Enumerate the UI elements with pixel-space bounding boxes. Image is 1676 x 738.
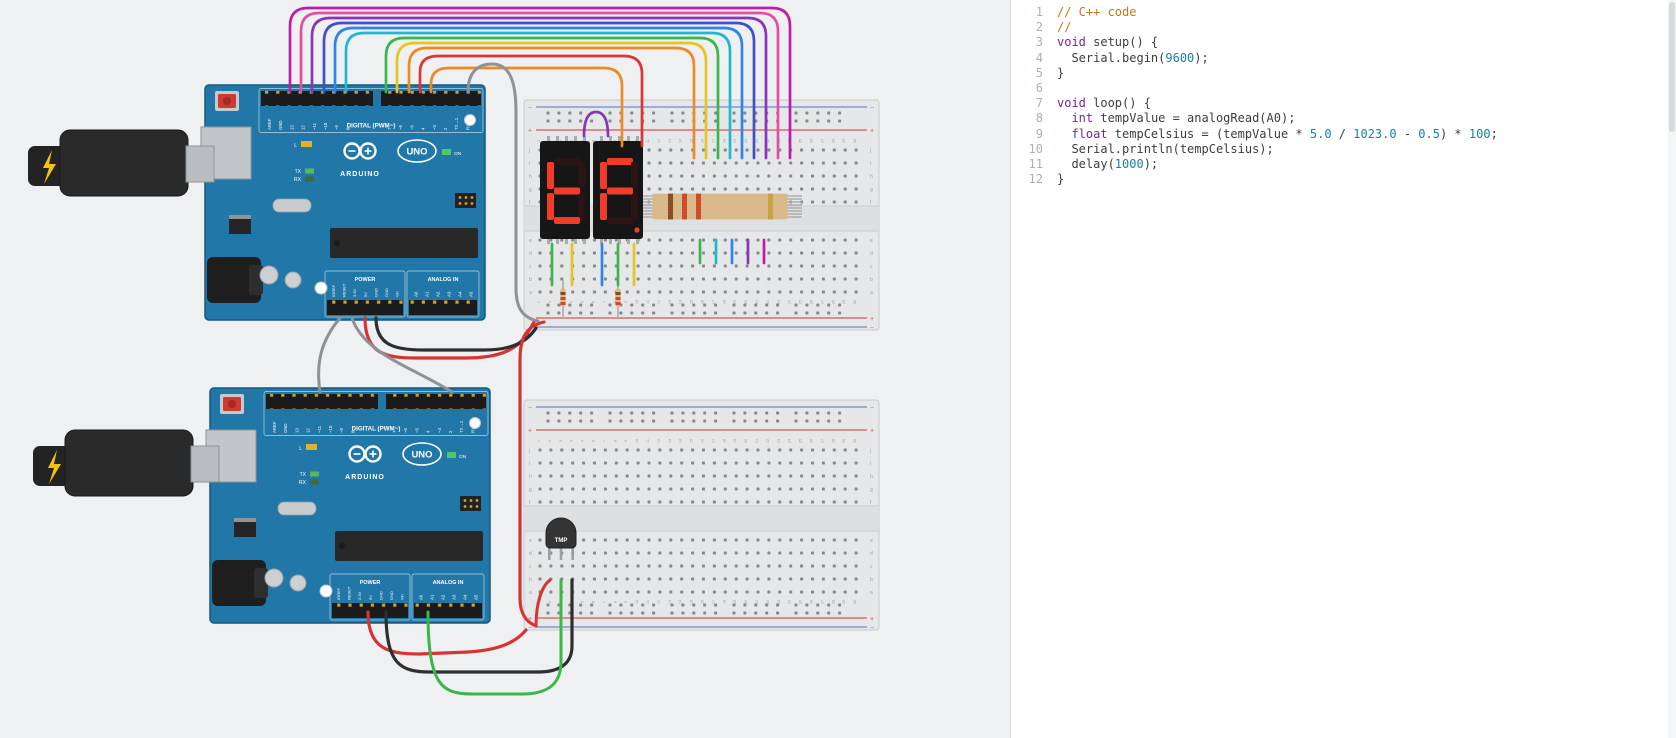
resistor[interactable]: [638, 214, 802, 220]
scrollbar-thumb[interactable]: [1669, 2, 1675, 132]
line-number: 5: [1035, 65, 1043, 80]
tmp-pin-1: [548, 548, 551, 560]
line-number: 6: [1035, 80, 1043, 95]
line-number: 1: [1035, 5, 1043, 19]
code-text: // C++ code: [1057, 5, 1137, 19]
tmp-pin-2: [559, 548, 563, 560]
code-text: void setup() {: [1057, 35, 1159, 50]
arduino-uno-bottom[interactable]: [204, 386, 492, 625]
code-line: 7 void loop() {: [1019, 96, 1666, 111]
line-number: 4: [1035, 50, 1043, 65]
code-text: void loop() {: [1057, 96, 1151, 111]
seven-segment-display[interactable]: [593, 136, 643, 244]
code-editor[interactable]: 1// C++ code 2//3 void setup() {4 Serial.b…: [1010, 0, 1676, 738]
line-number: 3: [1035, 35, 1043, 50]
breadboard-bottom[interactable]: [523, 399, 880, 633]
line-number: 12: [1028, 172, 1043, 187]
tmp-sensor[interactable]: TMP: [545, 517, 577, 560]
code-text: Serial.begin(9600);: [1057, 50, 1209, 65]
code-line: 5}: [1019, 66, 1666, 81]
code-text: int tempValue = analogRead(A0);: [1071, 111, 1296, 126]
line-number: 9: [1035, 126, 1043, 141]
circuit-canvas[interactable]: DIGITAL (PWM~) AREFGND1312~11~10~98 7~6~…: [0, 0, 1010, 738]
code-line: 2 //: [1019, 20, 1666, 35]
tmp-label: TMP: [555, 538, 568, 544]
code-line: 10 Serial.println(tempCelsius);: [1019, 142, 1666, 157]
code-line: 12}: [1019, 172, 1666, 187]
code-text: Serial.println(tempCelsius);: [1057, 141, 1274, 156]
line-number: 2: [1035, 20, 1043, 35]
arduino-uno-top[interactable]: [199, 83, 487, 322]
code-text: delay(1000);: [1057, 156, 1159, 171]
seven-segment-display[interactable]: [540, 136, 590, 244]
tmp-pin-3: [571, 548, 574, 560]
code-line: 1 // C++ code: [1019, 5, 1666, 20]
code-lines[interactable]: 1// C++ code 2//3 void setup() {4 Serial.b…: [1019, 5, 1666, 187]
line-number: 10: [1028, 141, 1043, 156]
code-line: 8 int tempValue = analogRead(A0);: [1019, 111, 1666, 126]
code-text: float tempCelsius = (tempValue * 5.0 / 1…: [1071, 126, 1498, 141]
line-number: 8: [1035, 111, 1043, 126]
tinkercad-circuit-app: DIGITAL (PWM~) AREFGND1312~11~10~98 7~6~…: [0, 0, 1676, 738]
line-number: 11: [1028, 156, 1043, 171]
editor-scrollbar[interactable]: [1668, 0, 1676, 738]
code-line: 11 delay(1000);: [1019, 157, 1666, 172]
code-text: }: [1057, 172, 1065, 187]
code-text: //: [1057, 20, 1072, 35]
code-line: 9 float tempCelsius = (tempValue * 5.0 /…: [1019, 127, 1666, 142]
line-number: 7: [1035, 96, 1043, 111]
code-line: 6: [1019, 81, 1666, 96]
code-line: 4 Serial.begin(9600);: [1019, 51, 1666, 66]
code-text: }: [1057, 65, 1065, 80]
circuit-svg[interactable]: DIGITAL (PWM~) AREFGND1312~11~10~98 7~6~…: [0, 0, 1010, 738]
code-line: 3 void setup() {: [1019, 35, 1666, 50]
